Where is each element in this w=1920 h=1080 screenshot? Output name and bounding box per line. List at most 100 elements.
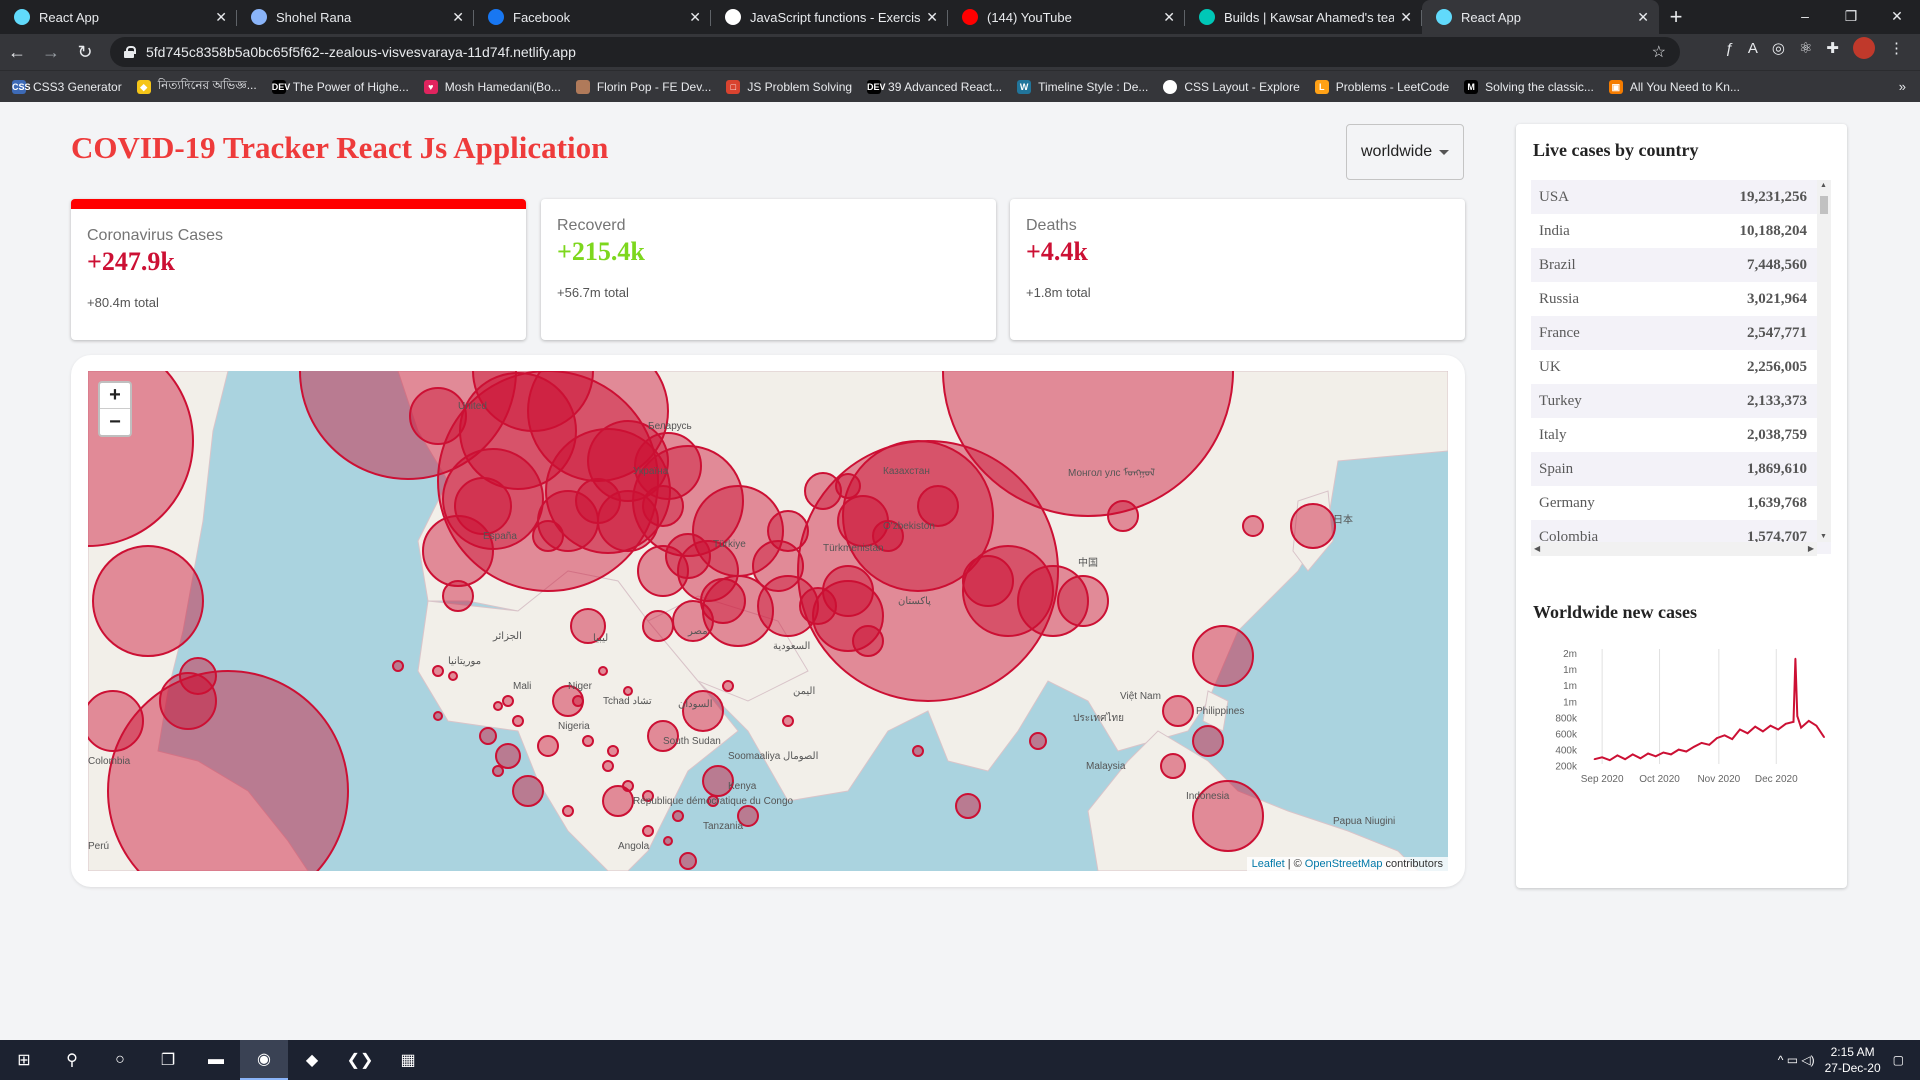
case-marker[interactable] — [512, 715, 524, 727]
extension-icon[interactable]: ◎ — [1772, 39, 1785, 57]
country-table[interactable]: USA 19,231,256 India 10,188,204 Brazil 7,448,… — [1531, 180, 1831, 556]
case-marker[interactable] — [442, 580, 474, 612]
bookmark-item[interactable]: DEV The Power of Highe... — [271, 79, 409, 94]
case-marker[interactable] — [1162, 695, 1194, 727]
back-button[interactable]: ← — [0, 37, 34, 67]
case-marker[interactable] — [607, 745, 619, 757]
puzzle-icon[interactable]: ✚ — [1826, 39, 1839, 57]
task-view-icon[interactable]: ❐ — [144, 1040, 192, 1080]
case-marker[interactable] — [912, 745, 924, 757]
world-map[interactable]: United Беларусь Україна España Türkiye Казахс… — [88, 371, 1448, 871]
table-row[interactable]: Turkey 2,133,373 — [1531, 384, 1831, 418]
deaths-card[interactable]: Deaths +4.4k +1.8m total — [1010, 199, 1465, 340]
bookmark-star-icon[interactable]: ☆ — [1652, 42, 1666, 62]
case-marker[interactable] — [582, 735, 594, 747]
case-marker[interactable] — [493, 701, 503, 711]
bookmarks-more-button[interactable]: » — [1899, 79, 1906, 94]
scroll-left-arrow[interactable]: ◀ — [1534, 544, 1540, 553]
table-row[interactable]: UK 2,256,005 — [1531, 350, 1831, 384]
bookmark-item[interactable]: Florin Pop - FE Dev... — [575, 79, 711, 94]
bookmark-item[interactable]: CSS Layout - Explore — [1163, 79, 1300, 94]
case-marker[interactable] — [1017, 565, 1089, 637]
case-marker[interactable] — [917, 485, 959, 527]
case-marker[interactable] — [502, 695, 514, 707]
case-marker[interactable] — [422, 515, 494, 587]
case-marker[interactable] — [537, 735, 559, 757]
case-marker[interactable] — [575, 478, 621, 524]
browser-tab[interactable]: React App ✕ — [1422, 0, 1659, 34]
git-icon[interactable]: ◆ — [288, 1040, 336, 1080]
case-marker[interactable] — [663, 836, 673, 846]
bookmark-item[interactable]: M Solving the classic... — [1464, 79, 1594, 94]
recovered-card[interactable]: Recoverd +215.4k +56.7m total — [541, 199, 996, 340]
case-marker[interactable] — [642, 610, 674, 642]
extension-icon[interactable]: A — [1748, 40, 1758, 57]
case-marker[interactable] — [448, 671, 458, 681]
zoom-out-button[interactable]: − — [100, 409, 130, 435]
case-marker[interactable] — [672, 810, 684, 822]
cortana-icon[interactable]: ○ — [96, 1040, 144, 1080]
case-marker[interactable] — [1192, 725, 1224, 757]
bookmark-item[interactable]: ♥ Mosh Hamedani(Bo... — [423, 79, 561, 94]
notification-icon[interactable]: ▢ — [1893, 1053, 1904, 1067]
case-marker[interactable] — [512, 775, 544, 807]
browser-tab[interactable]: JavaScript functions - Exercises, P ✕ — [711, 0, 948, 34]
scroll-up-arrow[interactable]: ▲ — [1820, 182, 1827, 189]
case-marker[interactable] — [432, 665, 444, 677]
country-select[interactable]: worldwide — [1346, 124, 1464, 180]
table-row[interactable]: USA 19,231,256 — [1531, 180, 1831, 214]
forward-button[interactable]: → — [34, 37, 68, 67]
table-vertical-scrollbar[interactable]: ▲ ▼ — [1817, 180, 1831, 542]
close-icon[interactable]: ✕ — [689, 9, 701, 26]
extension-icon[interactable]: ƒ — [1726, 40, 1734, 57]
cases-card[interactable]: Coronavirus Cases +247.9k +80.4m total — [71, 199, 526, 340]
new-tab-button[interactable]: + — [1659, 0, 1693, 34]
bookmark-item[interactable]: ▣ All You Need to Kn... — [1608, 79, 1740, 94]
case-marker[interactable] — [752, 540, 804, 592]
case-marker[interactable] — [722, 680, 734, 692]
case-marker[interactable] — [1107, 500, 1139, 532]
bookmark-item[interactable]: ◆ নিত্যদিনের অভিজ্ঞ... — [136, 77, 257, 97]
bookmark-item[interactable]: W Timeline Style : De... — [1017, 79, 1148, 94]
extension-icon[interactable]: ⚛ — [1799, 39, 1812, 57]
clock[interactable]: 2:15 AM 27-Dec-20 — [1825, 1044, 1881, 1076]
osm-link[interactable]: OpenStreetMap — [1305, 858, 1383, 870]
case-marker[interactable] — [665, 533, 711, 579]
start-icon[interactable]: ⊞ — [0, 1040, 48, 1080]
case-marker[interactable] — [92, 545, 204, 657]
case-marker[interactable] — [492, 765, 504, 777]
vscode-icon[interactable]: ❮❯ — [336, 1040, 384, 1080]
table-row[interactable]: France 2,547,771 — [1531, 316, 1831, 350]
minimize-button[interactable]: – — [1782, 0, 1828, 32]
maximize-button[interactable]: ❐ — [1828, 0, 1874, 32]
leaflet-link[interactable]: Leaflet — [1252, 858, 1285, 870]
menu-icon[interactable]: ⋮ — [1889, 39, 1904, 57]
case-marker[interactable] — [495, 743, 521, 769]
bookmark-item[interactable]: L Problems - LeetCode — [1314, 79, 1449, 94]
case-marker[interactable] — [598, 666, 608, 676]
profile-avatar[interactable] — [1853, 37, 1875, 59]
close-icon[interactable]: ✕ — [215, 9, 227, 26]
case-marker[interactable] — [623, 686, 633, 696]
close-window-button[interactable]: ✕ — [1874, 0, 1920, 32]
address-bar[interactable]: 5fd745c8358b5a0bc65f5f62--zealous-visves… — [110, 37, 1680, 67]
close-icon[interactable]: ✕ — [1400, 9, 1412, 26]
close-icon[interactable]: ✕ — [1637, 9, 1649, 26]
case-marker[interactable] — [1160, 753, 1186, 779]
case-marker[interactable] — [1192, 625, 1254, 687]
case-marker[interactable] — [1242, 515, 1264, 537]
close-icon[interactable]: ✕ — [926, 9, 938, 26]
close-icon[interactable]: ✕ — [1163, 9, 1175, 26]
bookmark-item[interactable]: DEV 39 Advanced React... — [867, 79, 1002, 94]
browser-tab[interactable]: (144) YouTube ✕ — [948, 0, 1185, 34]
case-marker[interactable] — [622, 780, 634, 792]
case-marker[interactable] — [642, 825, 654, 837]
table-row[interactable]: Russia 3,021,964 — [1531, 282, 1831, 316]
table-horizontal-scrollbar[interactable]: ◀ ▶ — [1531, 542, 1817, 556]
case-marker[interactable] — [159, 672, 217, 730]
case-marker[interactable] — [602, 760, 614, 772]
file-explorer-icon[interactable]: ▬ — [192, 1040, 240, 1080]
scroll-right-arrow[interactable]: ▶ — [1808, 544, 1814, 553]
browser-tab[interactable]: Builds | Kawsar Ahamed's team ✕ — [1185, 0, 1422, 34]
scroll-thumb[interactable] — [1820, 196, 1828, 214]
